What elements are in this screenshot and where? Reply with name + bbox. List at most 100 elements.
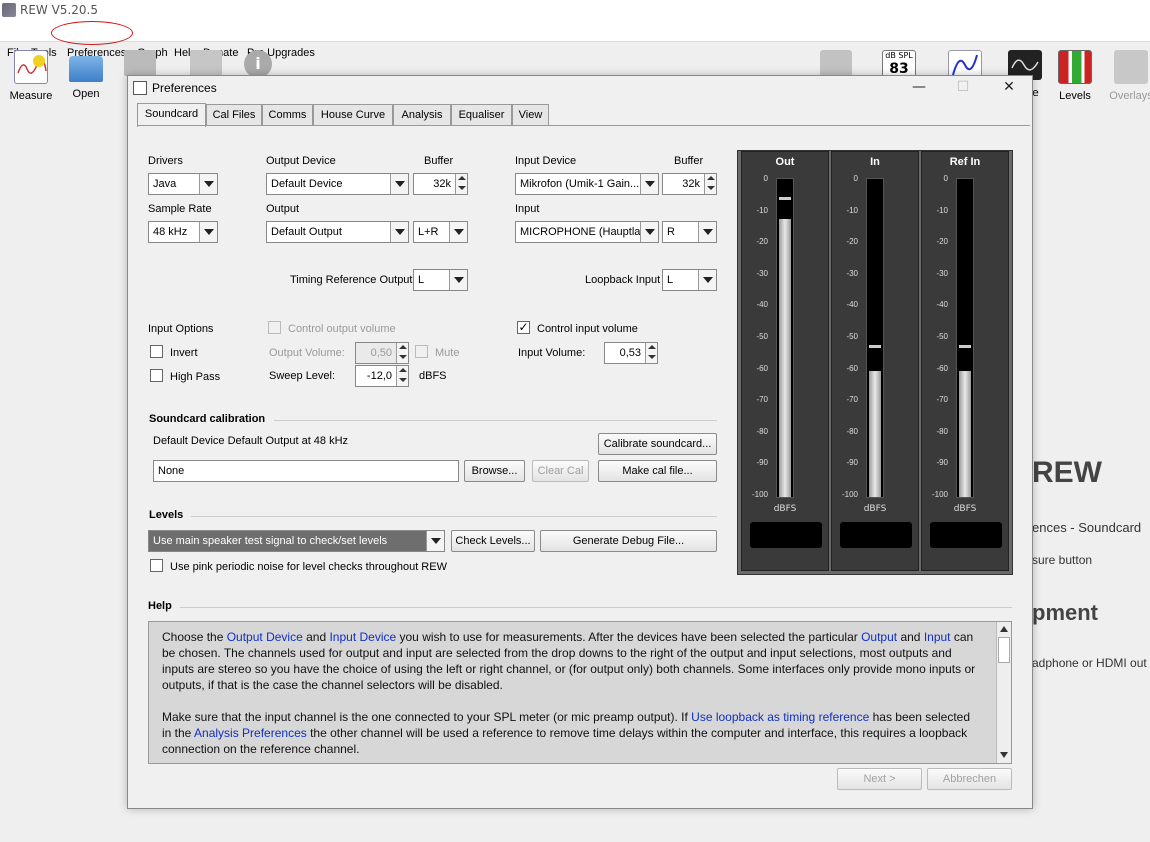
control-input-volume-label: Control input volume <box>537 323 638 335</box>
drivers-select[interactable]: Java <box>148 173 218 195</box>
meter-tick-label: -60 <box>756 363 768 373</box>
invert-checkbox[interactable] <box>150 345 163 358</box>
scroll-up-icon[interactable] <box>1000 626 1008 632</box>
scroll-thumb[interactable] <box>998 637 1010 663</box>
tab-comms[interactable]: Comms <box>262 104 313 126</box>
minimize-button[interactable]: — <box>904 78 934 98</box>
control-output-volume-checkbox[interactable] <box>268 321 281 334</box>
delete-icon[interactable] <box>190 50 222 76</box>
next-button[interactable]: Next > <box>837 768 922 790</box>
cancel-button[interactable]: Abbrechen <box>927 768 1012 790</box>
meter-tick-label: -30 <box>756 268 768 278</box>
input-buffer-spinner[interactable]: 32k <box>662 173 717 195</box>
help-p1-link[interactable]: Output Device <box>227 630 303 644</box>
tab-analysis[interactable]: Analysis <box>393 104 451 126</box>
loopback-input-label: Loopback Input <box>585 274 661 286</box>
help-p1-text: and <box>302 630 330 644</box>
sample-rate-select[interactable]: 48 kHz <box>148 221 218 243</box>
scroll-down-icon[interactable] <box>1000 752 1008 758</box>
levels-button[interactable]: Levels <box>1047 48 1103 104</box>
bg-heading-rew: REW <box>1032 456 1102 489</box>
output-buffer-label: Buffer <box>424 155 454 167</box>
maximize-button[interactable]: ☐ <box>948 78 978 98</box>
open-button[interactable]: Open <box>58 48 114 104</box>
levels-icon <box>1058 50 1092 84</box>
tab-view[interactable]: View <box>512 104 549 126</box>
input-options-label: Input Options <box>148 323 214 335</box>
input-volume-spinner[interactable]: 0,53 <box>604 342 658 364</box>
chevron-down-icon <box>698 270 716 290</box>
folder-icon <box>69 56 103 82</box>
measure-button[interactable]: Measure <box>3 48 59 104</box>
chevron-down-icon <box>640 222 658 242</box>
input-select[interactable]: MICROPHONE (Hauptla... <box>515 221 659 243</box>
spinner-arrows-icon[interactable] <box>396 366 408 386</box>
tab-cal-files[interactable]: Cal Files <box>206 104 262 126</box>
make-cal-file-button[interactable]: Make cal file... <box>598 460 717 482</box>
save-icon[interactable] <box>124 50 156 76</box>
chevron-down-icon <box>390 222 408 242</box>
browse-button[interactable]: Browse... <box>464 460 525 482</box>
tab-soundcard[interactable]: Soundcard <box>137 103 206 127</box>
out-meter-title: Out <box>775 156 795 168</box>
meter-tick-label: -90 <box>846 458 858 468</box>
info-icon[interactable]: i <box>244 50 272 78</box>
output-volume-label: Output Volume: <box>269 347 345 359</box>
generate-debug-file-button[interactable]: Generate Debug File... <box>540 530 717 552</box>
output-volume-spinner[interactable]: 0,50 <box>355 342 409 364</box>
meter-tick-label: -20 <box>846 237 858 247</box>
input-channel-select[interactable]: R <box>662 221 717 243</box>
overlays-button[interactable]: Overlays <box>1103 48 1150 104</box>
bg-heading-2: pment <box>1032 600 1098 625</box>
check-levels-button[interactable]: Check Levels... <box>451 530 535 552</box>
control-input-volume-checkbox[interactable]: ✓ <box>517 321 530 334</box>
timing-reference-select[interactable]: L <box>413 269 468 291</box>
dbfs-unit-label: dBFS <box>419 370 447 382</box>
ref-in-meter-peak <box>959 345 971 349</box>
meter-tick-label: -10 <box>846 205 858 215</box>
help-p2-link[interactable]: Use loopback as timing reference <box>691 710 869 724</box>
in-meter-fill <box>869 370 881 497</box>
loopback-input-select[interactable]: L <box>662 269 717 291</box>
help-p2-link[interactable]: Analysis Preferences <box>194 726 307 740</box>
levels-signal-select[interactable]: Use main speaker test signal to check/se… <box>148 530 445 552</box>
menu-bar: File Tools Preferences Graph Help Donate… <box>0 22 1150 59</box>
tab-house-curve[interactable]: House Curve <box>313 104 393 126</box>
help-p1-link[interactable]: Input Device <box>329 630 396 644</box>
meter-tick-label: -100 <box>931 490 948 499</box>
sweep-level-spinner[interactable]: -12,0 <box>355 365 409 387</box>
bg-line-1: ences - Soundcard <box>1032 520 1142 535</box>
spinner-arrows-icon[interactable] <box>704 174 716 194</box>
output-channel-select[interactable]: L+R <box>413 221 468 243</box>
input-device-select[interactable]: Mikrofon (Umik-1 Gain... <box>515 173 659 195</box>
output-buffer-spinner[interactable]: 32k <box>413 173 468 195</box>
chevron-down-icon <box>199 174 217 194</box>
close-button[interactable]: ✕ <box>994 78 1024 98</box>
spinner-arrows-icon[interactable] <box>455 174 467 194</box>
invert-label: Invert <box>170 347 198 359</box>
tab-equaliser[interactable]: Equaliser <box>451 104 512 126</box>
sweep-level-label: Sweep Level: <box>269 370 336 382</box>
spinner-arrows-icon[interactable] <box>645 343 657 363</box>
meter-tick-label: -70 <box>936 395 948 405</box>
help-p1-link[interactable]: Input <box>924 630 951 644</box>
output-select[interactable]: Default Output <box>266 221 409 243</box>
output-device-select[interactable]: Default Device <box>266 173 409 195</box>
meter-tick-label: -50 <box>936 332 948 341</box>
pink-noise-checkbox[interactable] <box>150 559 163 572</box>
preferences-annotation-circle <box>51 21 133 45</box>
help-p1-link[interactable]: Output <box>861 630 897 644</box>
high-pass-checkbox[interactable] <box>150 369 163 382</box>
help-p1-text: and <box>897 630 924 644</box>
meter-tick-label: -80 <box>936 426 948 436</box>
out-meter-fill <box>779 218 791 497</box>
mute-checkbox[interactable] <box>415 345 428 358</box>
calibrate-soundcard-button[interactable]: Calibrate soundcard... <box>598 433 717 455</box>
clear-cal-button[interactable]: Clear Cal <box>532 460 589 482</box>
spinner-arrows-icon[interactable] <box>396 343 408 363</box>
input-volume-label: Input Volume: <box>518 347 586 359</box>
cal-file-field[interactable]: None <box>153 460 459 482</box>
help-scrollbar[interactable] <box>996 622 1011 763</box>
meter-tick-label: -80 <box>846 426 858 436</box>
meter-tick-label: -40 <box>756 300 768 310</box>
